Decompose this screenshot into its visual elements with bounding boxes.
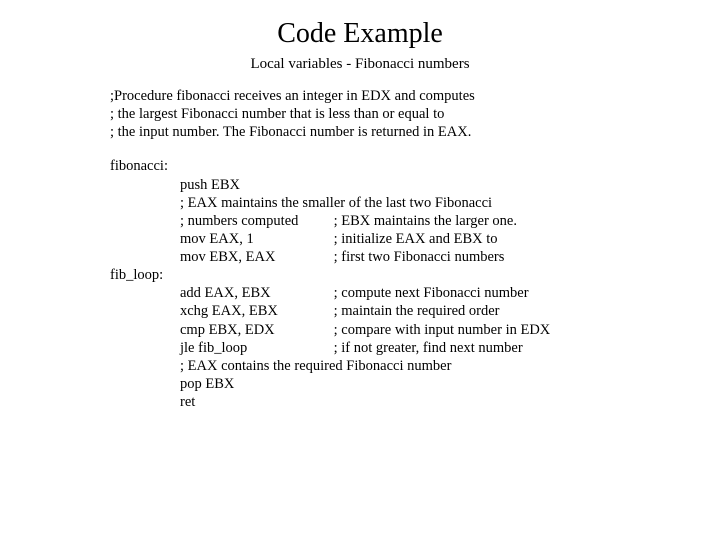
instr: jle fib_loop bbox=[180, 339, 330, 357]
comment: ; if not greater, find next number bbox=[334, 340, 523, 356]
comment: ; EBX maintains the larger one. bbox=[334, 213, 517, 229]
intro-comment: ;Procedure fibonacci receives an integer… bbox=[110, 87, 660, 141]
code-line: mov EBX, EAX ; first two Fibonacci numbe… bbox=[180, 248, 660, 266]
comment: ; initialize EAX and EBX to bbox=[334, 231, 498, 247]
code-line: cmp EBX, EDX ; compare with input number… bbox=[180, 321, 660, 339]
slide-subtitle: Local variables - Fibonacci numbers bbox=[0, 56, 720, 73]
instr: add EAX, EBX bbox=[180, 284, 330, 302]
comment: ; compare with input number in EDX bbox=[334, 322, 551, 338]
comment: ; maintain the required order bbox=[334, 303, 500, 319]
code-line: push EBX bbox=[180, 176, 660, 194]
code-line: pop EBX bbox=[180, 375, 660, 393]
instr: mov EAX, 1 bbox=[180, 230, 330, 248]
slide-title: Code Example bbox=[0, 18, 720, 50]
code-line: jle fib_loop ; if not greater, find next… bbox=[180, 339, 660, 357]
label-fib-loop: fib_loop: bbox=[110, 266, 660, 284]
instr: ; numbers computed bbox=[180, 212, 330, 230]
intro-line: ; the input number. The Fibonacci number… bbox=[110, 123, 660, 141]
comment: ; compute next Fibonacci number bbox=[334, 285, 529, 301]
instr: xchg EAX, EBX bbox=[180, 302, 330, 320]
code-block-1: push EBX ; EAX maintains the smaller of … bbox=[110, 176, 660, 267]
slide-content: ;Procedure fibonacci receives an integer… bbox=[110, 87, 660, 411]
intro-line: ;Procedure fibonacci receives an integer… bbox=[110, 87, 660, 105]
code-block-2: add EAX, EBX ; compute next Fibonacci nu… bbox=[110, 284, 660, 411]
slide: Code Example Local variables - Fibonacci… bbox=[0, 18, 720, 558]
intro-line: ; the largest Fibonacci number that is l… bbox=[110, 105, 660, 123]
code-line: ; numbers computed ; EBX maintains the l… bbox=[180, 212, 660, 230]
code-line: add EAX, EBX ; compute next Fibonacci nu… bbox=[180, 284, 660, 302]
instr: cmp EBX, EDX bbox=[180, 321, 330, 339]
comment: ; first two Fibonacci numbers bbox=[334, 249, 505, 265]
instr: mov EBX, EAX bbox=[180, 248, 330, 266]
code-line: ; EAX contains the required Fibonacci nu… bbox=[180, 357, 660, 375]
code-line: ; EAX maintains the smaller of the last … bbox=[180, 194, 660, 212]
code-line: xchg EAX, EBX ; maintain the required or… bbox=[180, 302, 660, 320]
label-fibonacci: fibonacci: bbox=[110, 157, 660, 175]
code-line: mov EAX, 1 ; initialize EAX and EBX to bbox=[180, 230, 660, 248]
code-line: ret bbox=[180, 393, 660, 411]
